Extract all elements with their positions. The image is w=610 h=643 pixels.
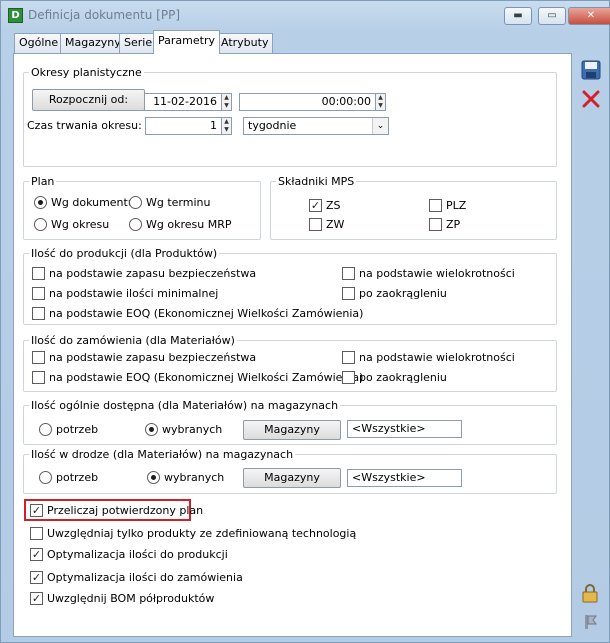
duration-unit-select[interactable]: tygodnie ⌄ — [243, 117, 389, 135]
zam-label-zaokraglenie: po zaokrągleniu — [359, 371, 447, 384]
plan-radio-wg-terminu[interactable] — [129, 196, 142, 209]
pin-button[interactable] — [579, 611, 601, 633]
zam-label-eoq: na podstawie EOQ (Ekonomicznej Wielkości… — [49, 371, 364, 384]
tab-serie[interactable]: Serie — [119, 33, 158, 53]
option-checkbox-przeliczaj[interactable]: ✓ — [30, 504, 43, 517]
close-button[interactable]: ✕ — [568, 7, 610, 25]
duration-label: Czas trwania okresu: — [27, 119, 142, 132]
save-icon — [581, 60, 601, 80]
option-checkbox-opt-produkcji[interactable]: ✓ — [30, 548, 43, 561]
dost-legend: Ilość ogólnie dostępna (dla Materiałów) … — [31, 399, 339, 412]
plan-radio-wg-dokumentu[interactable] — [34, 196, 47, 209]
mps-checkbox-zw[interactable] — [309, 218, 322, 231]
delete-button[interactable] — [580, 88, 602, 110]
mps-label-plz: PLZ — [446, 199, 467, 212]
prod-label-eoq: na podstawie EOQ (Ekonomicznej Wielkości… — [49, 307, 364, 320]
dost-label-potrzeb: potrzeb — [56, 423, 99, 436]
start-button[interactable]: Rozpocznij od: — [32, 89, 145, 111]
prod-label-zaokraglenie: po zaokrągleniu — [359, 287, 447, 300]
tab-magazyny[interactable]: Magazyny — [60, 33, 126, 53]
drodze-radio-potrzeb[interactable] — [39, 471, 52, 484]
plan-label-wg-dokumentu: Wg dokumentu — [51, 196, 135, 209]
minimize-button[interactable]: ▬ — [504, 7, 532, 25]
drodze-label-potrzeb: potrzeb — [56, 471, 99, 484]
option-label-opt-produkcji: Optymalizacja ilości do produkcji — [47, 548, 228, 561]
lock-button[interactable] — [579, 582, 601, 604]
start-time-spinner[interactable]: ▲ ▼ — [375, 93, 386, 111]
option-checkbox-opt-zamowienia[interactable]: ✓ — [30, 571, 43, 584]
dost-label-wybranych: wybranych — [162, 423, 223, 436]
tab-parametry[interactable]: Parametry — [153, 30, 220, 54]
drodze-magazyny-field[interactable]: <Wszystkie> — [347, 469, 462, 487]
mps-checkbox-zs[interactable]: ✓ — [309, 199, 322, 212]
prod-checkbox-zaokraglenie[interactable] — [342, 287, 355, 300]
drodze-label-wybranych: wybranych — [164, 471, 225, 484]
dost-radio-wybranych[interactable] — [145, 423, 158, 436]
option-label-opt-zamowienia: Optymalizacja ilości do zamówienia — [47, 571, 243, 584]
save-button[interactable] — [580, 59, 602, 81]
pin-icon — [585, 615, 597, 629]
prod-checkbox-zapas[interactable] — [32, 267, 45, 280]
prod-label-zapas: na podstawie zapasu bezpieczeństwa — [49, 267, 257, 280]
zam-checkbox-zaokraglenie[interactable] — [342, 371, 355, 384]
prod-label-wielokrotnosc: na podstawie wielokrotności — [359, 267, 515, 280]
zam-label-wielokrotnosc: na podstawie wielokrotności — [359, 351, 515, 364]
delete-icon — [582, 90, 600, 108]
option-label-technologia: Uwzględniaj tylko produkty ze zdefiniowa… — [47, 527, 357, 540]
prod-label-min: na podstawie ilości minimalnej — [49, 287, 219, 300]
zam-label-zapas: na podstawie zapasu bezpieczeństwa — [49, 351, 257, 364]
prod-legend: Ilość do produkcji (dla Produktów) — [31, 247, 218, 260]
tab-atrybuty[interactable]: Atrybuty — [216, 33, 274, 53]
plan-label-wg-okresu: Wg okresu — [51, 218, 110, 231]
option-label-przeliczaj: Przeliczaj potwierdzony plan — [47, 504, 204, 517]
mps-legend: Składniki MPS — [278, 175, 355, 188]
prod-checkbox-wielokrotnosc[interactable] — [342, 267, 355, 280]
duration-unit-value: tygodnie — [248, 119, 297, 132]
mps-label-zw: ZW — [326, 218, 345, 231]
drodze-radio-wybranych[interactable] — [147, 471, 160, 484]
mps-label-zp: ZP — [446, 218, 461, 231]
plan-radio-wg-okresu-mrp[interactable] — [129, 218, 142, 231]
plan-legend: Plan — [31, 175, 55, 188]
app-icon: D — [8, 8, 23, 23]
zam-checkbox-zapas[interactable] — [32, 351, 45, 364]
option-label-bom: Uwzględnij BOM półproduktów — [47, 592, 215, 605]
duration-spinner[interactable]: ▲ ▼ — [221, 117, 232, 135]
window-title: Definicja dokumentu [PP] — [28, 8, 181, 22]
tab-ogolne[interactable]: Ogólne — [14, 33, 64, 53]
mps-label-zs: ZS — [326, 199, 341, 212]
duration-input[interactable]: 1 — [145, 117, 222, 135]
document-definition-window: D Definicja dokumentu [PP] ▬ ▭ ✕ Ogólne … — [0, 0, 610, 643]
chevron-down-icon: ⌄ — [372, 118, 388, 134]
plan-label-wg-okresu-mrp: Wg okresu MRP — [146, 218, 232, 231]
maximize-button[interactable]: ▭ — [538, 7, 566, 25]
dost-magazyny-field[interactable]: <Wszystkie> — [347, 420, 462, 438]
zam-checkbox-eoq[interactable] — [32, 371, 45, 384]
start-date-spinner[interactable]: ▲ ▼ — [221, 93, 232, 111]
prod-checkbox-min[interactable] — [32, 287, 45, 300]
prod-checkbox-eoq[interactable] — [32, 307, 45, 320]
mps-checkbox-zp[interactable] — [429, 218, 442, 231]
lock-icon — [582, 584, 598, 603]
okresy-legend: Okresy planistyczne — [31, 66, 142, 79]
start-time-input[interactable]: 00:00:00 — [239, 93, 376, 111]
drodze-legend: Ilość w drodze (dla Materiałów) na magaz… — [31, 448, 294, 461]
plan-label-wg-terminu: Wg terminu — [146, 196, 211, 209]
zam-legend: Ilość do zamówienia (dla Materiałów) — [31, 334, 235, 347]
option-checkbox-bom[interactable]: ✓ — [30, 592, 43, 605]
zam-checkbox-wielokrotnosc[interactable] — [342, 351, 355, 364]
mps-checkbox-plz[interactable] — [429, 199, 442, 212]
start-date-input[interactable]: 11-02-2016 — [144, 93, 222, 111]
option-checkbox-technologia[interactable] — [30, 527, 43, 540]
drodze-magazyny-button[interactable]: Magazyny — [243, 468, 341, 488]
dost-radio-potrzeb[interactable] — [39, 423, 52, 436]
parametry-panel: Okresy planistyczne Rozpocznij od: 11-02… — [13, 53, 572, 637]
plan-radio-wg-okresu[interactable] — [34, 218, 47, 231]
title-bar[interactable]: D Definicja dokumentu [PP] ▬ ▭ ✕ — [1, 1, 610, 29]
dost-magazyny-button[interactable]: Magazyny — [243, 420, 341, 440]
